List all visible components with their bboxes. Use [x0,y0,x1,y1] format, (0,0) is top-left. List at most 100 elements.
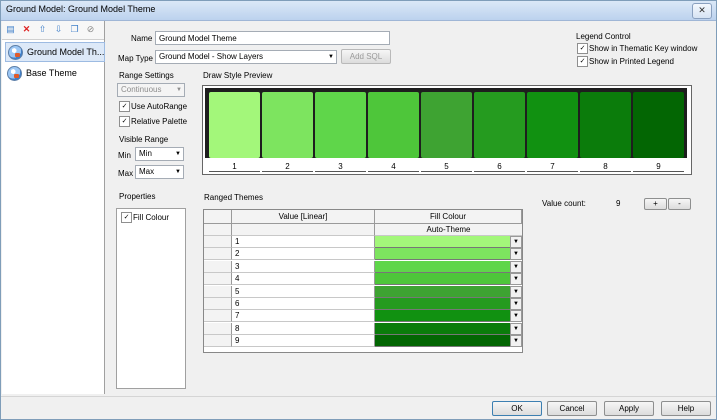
properties-list: ✓ Fill Colour [116,208,186,389]
fill-colour-cell[interactable] [375,248,510,261]
theme-tree-panel: ▤ ✕ ⇧ ⇩ ❐ ⊘ Ground Model Th... Base Them… [2,21,105,394]
relative-palette-checkbox[interactable]: ✓ [119,116,130,127]
fill-colour-cell[interactable] [375,310,510,323]
copy-icon[interactable]: ❐ [69,24,80,35]
colour-dropdown-icon[interactable]: ▼ [510,322,522,335]
colour-dropdown-icon[interactable]: ▼ [510,310,522,323]
row-header[interactable] [204,248,232,261]
use-autorange-checkbox[interactable]: ✓ [119,101,130,112]
table-row: 5 ▼ [204,285,522,298]
value-cell[interactable]: 1 [232,236,375,248]
theme-globe-icon [7,66,22,81]
row-header[interactable] [204,236,232,248]
min-select[interactable]: Min ▼ [135,147,184,161]
max-label: Max [118,169,134,178]
close-button[interactable]: ✕ [692,3,712,19]
value-cell[interactable]: 5 [232,285,375,298]
use-autorange-label: Use AutoRange [131,102,188,111]
fill-colour-cell[interactable] [375,285,510,298]
value-cell[interactable]: 9 [232,335,375,348]
ok-button[interactable]: OK [492,401,542,416]
theme-editor: Name Ground Model Theme Map Type Ground … [106,21,714,394]
map-type-label: Map Type [118,54,153,63]
auto-theme-cell[interactable]: Auto-Theme [375,224,522,236]
preview-label-1: 1 [232,162,237,171]
preview-swatch-4 [368,92,419,158]
value-cell[interactable]: 8 [232,322,375,335]
chevron-down-icon: ▼ [175,151,181,157]
value-cell[interactable]: 6 [232,298,375,310]
column-header-value[interactable]: Value [Linear] [232,210,375,224]
preview-swatch-6 [474,92,525,158]
preview-underline [527,171,578,172]
table-row: 8 ▼ [204,322,522,335]
new-icon[interactable]: ▤ [5,24,16,35]
value-cell[interactable]: 3 [232,260,375,273]
move-up-icon[interactable]: ⇧ [37,24,48,35]
range-mode-value: Continuous [121,85,162,94]
fill-colour-label: Fill Colour [133,213,170,222]
range-mode-select[interactable]: Continuous ▼ [117,83,185,97]
name-field[interactable]: Ground Model Theme [155,31,390,45]
colour-dropdown-icon[interactable]: ▼ [510,285,522,298]
colour-dropdown-icon[interactable]: ▼ [510,236,522,248]
apply-button[interactable]: Apply [604,401,654,416]
value-cell[interactable]: 7 [232,310,375,323]
fill-colour-cell[interactable] [375,298,510,310]
row-header[interactable] [204,285,232,298]
max-select[interactable]: Max ▼ [135,165,184,179]
map-type-select[interactable]: Ground Model - Show Layers ▼ [155,50,337,64]
theme-globe-icon [8,45,23,60]
tree-item-ground-model-theme[interactable]: Ground Model Th... [5,42,105,62]
table-row: 7 ▼ [204,310,522,323]
add-sql-button[interactable]: Add SQL [341,49,391,64]
preview-swatch-1 [209,92,260,158]
row-header[interactable] [204,260,232,273]
fill-colour-cell[interactable] [375,335,510,348]
table-row: 6 ▼ [204,298,522,310]
show-thematic-label: Show in Thematic Key window [589,44,698,53]
remove-range-button[interactable]: - [668,198,691,210]
value-cell[interactable]: 4 [232,273,375,286]
colour-dropdown-icon[interactable]: ▼ [510,335,522,348]
fill-colour-cell[interactable] [375,322,510,335]
show-printed-label: Show in Printed Legend [589,57,674,66]
value-count-label: Value count: [542,199,586,208]
relative-palette-label: Relative Palette [131,117,188,126]
row-header[interactable] [204,310,232,323]
preview-underline [209,171,260,172]
colour-dropdown-icon[interactable]: ▼ [510,298,522,310]
disable-icon[interactable]: ⊘ [85,24,96,35]
preview-label-3: 3 [338,162,343,171]
help-button[interactable]: Help [661,401,711,416]
move-down-icon[interactable]: ⇩ [53,24,64,35]
show-printed-checkbox[interactable]: ✓ [577,56,588,67]
fill-colour-checkbox[interactable]: ✓ [121,212,132,223]
add-range-button[interactable]: + [644,198,667,210]
fill-colour-cell[interactable] [375,236,510,248]
preview-swatch-strip [205,88,687,158]
visible-range-title: Visible Range [119,135,169,144]
fill-colour-cell[interactable] [375,273,510,286]
table-row: 4 ▼ [204,273,522,286]
value-cell[interactable]: 2 [232,248,375,261]
preview-swatch-3 [315,92,366,158]
delete-icon[interactable]: ✕ [21,24,32,35]
show-thematic-checkbox[interactable]: ✓ [577,43,588,54]
max-value: Max [139,167,155,176]
tree-toolbar: ▤ ✕ ⇧ ⇩ ❐ ⊘ [2,21,104,40]
row-header[interactable] [204,273,232,286]
preview-label-6: 6 [497,162,502,171]
tree-item-base-theme[interactable]: Base Theme [5,64,103,82]
column-header-fill-colour[interactable]: Fill Colour [375,210,522,224]
row-header[interactable] [204,322,232,335]
row-header[interactable] [204,335,232,348]
colour-dropdown-icon[interactable]: ▼ [510,273,522,286]
cancel-button[interactable]: Cancel [547,401,597,416]
colour-dropdown-icon[interactable]: ▼ [510,248,522,261]
fill-colour-cell[interactable] [375,260,510,273]
table-row: 3 ▼ [204,260,522,273]
table-row: 1 ▼ [204,236,522,248]
colour-dropdown-icon[interactable]: ▼ [510,260,522,273]
row-header[interactable] [204,298,232,310]
